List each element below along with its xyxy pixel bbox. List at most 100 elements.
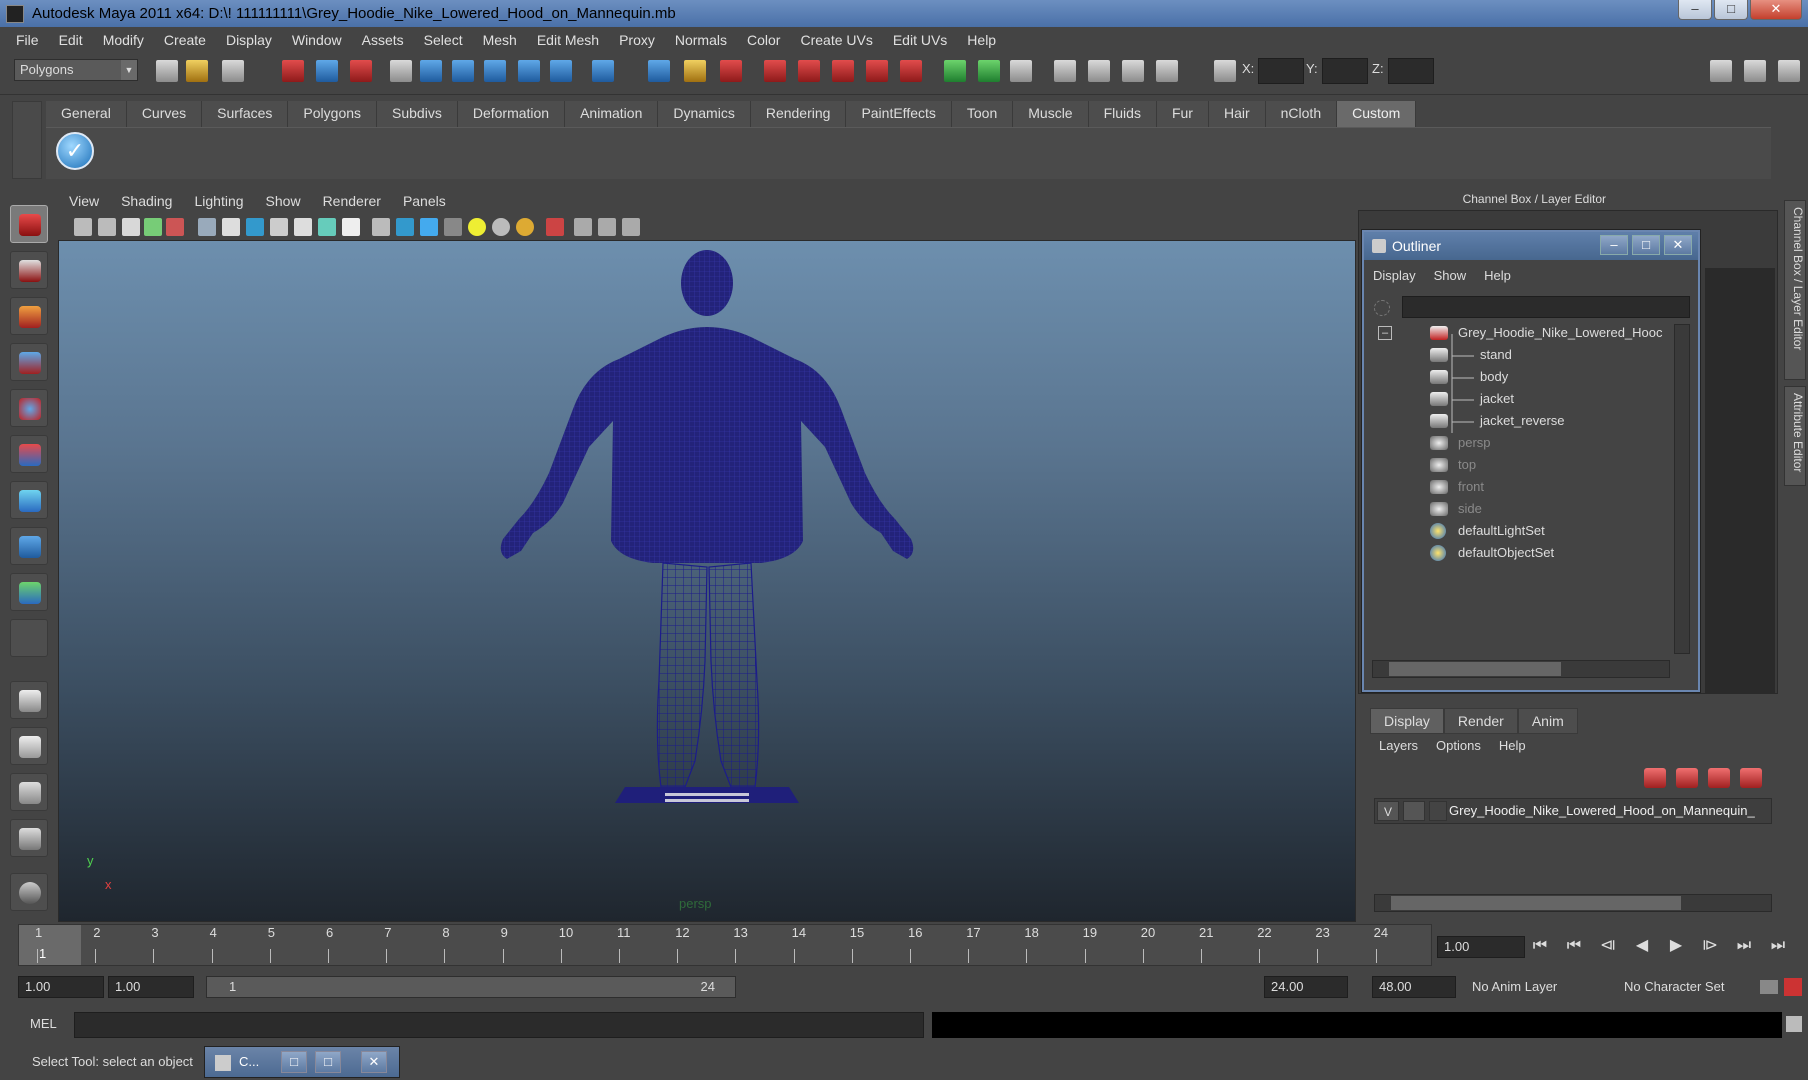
perspective-viewport[interactable]: y x persp <box>58 240 1356 922</box>
filter-icon[interactable] <box>1374 300 1390 316</box>
outliner-menu-display[interactable]: Display <box>1364 268 1425 283</box>
outliner-maximize-button[interactable]: □ <box>1632 235 1660 255</box>
viewport-menu-lighting[interactable]: Lighting <box>183 193 254 209</box>
grid-toggle-icon[interactable] <box>166 218 184 236</box>
menu-proxy[interactable]: Proxy <box>609 32 665 48</box>
shelf-tab-surfaces[interactable]: Surfaces <box>202 101 289 127</box>
outliner-item[interactable]: persp <box>1372 432 1672 454</box>
xray-joints-icon[interactable] <box>420 218 438 236</box>
shelf-tab-custom[interactable]: Custom <box>1337 101 1417 127</box>
outliner-vertical-scrollbar[interactable] <box>1674 324 1690 654</box>
lights-icon[interactable] <box>294 218 312 236</box>
go-to-start-button[interactable]: ⏮ <box>1528 934 1552 958</box>
x-coordinate-field[interactable] <box>1258 58 1304 84</box>
render-view-icon[interactable] <box>764 60 786 82</box>
menu-window[interactable]: Window <box>282 32 352 48</box>
shelf-tab-rendering[interactable]: Rendering <box>750 101 847 127</box>
layer-move-down-icon[interactable] <box>1676 768 1698 788</box>
outliner-item[interactable]: defaultLightSet <box>1372 520 1672 542</box>
universal-manipulator-button[interactable] <box>10 481 48 519</box>
new-scene-icon[interactable] <box>156 60 178 82</box>
new-empty-layer-icon[interactable] <box>1708 768 1730 788</box>
maximize-button[interactable]: □ <box>1714 0 1748 20</box>
menu-normals[interactable]: Normals <box>665 32 737 48</box>
shelf-tab-deformation[interactable]: Deformation <box>457 101 566 127</box>
menu-color[interactable]: Color <box>737 32 790 48</box>
shelf-tab-animation[interactable]: Animation <box>565 101 659 127</box>
outliner-menu-show[interactable]: Show <box>1425 268 1476 283</box>
menu-select[interactable]: Select <box>414 32 473 48</box>
isolate-icon[interactable] <box>372 218 390 236</box>
input-line-icon[interactable] <box>944 60 966 82</box>
menu-display[interactable]: Display <box>216 32 282 48</box>
outliner-item[interactable]: stand <box>1372 344 1672 366</box>
outliner-item[interactable]: top <box>1372 454 1672 476</box>
layer-tab-render[interactable]: Render <box>1443 708 1518 734</box>
outliner-item[interactable]: side <box>1372 498 1672 520</box>
snap-live-icon[interactable] <box>550 60 572 82</box>
character-set-dropdown[interactable]: No Character Set <box>1618 976 1758 998</box>
layer-color-swatch[interactable] <box>1429 801 1447 821</box>
menu-modify[interactable]: Modify <box>93 32 154 48</box>
close-button[interactable]: ✕ <box>361 1051 387 1073</box>
text-icon[interactable] <box>342 218 360 236</box>
menu-create[interactable]: Create <box>154 32 216 48</box>
layer-menu-layers[interactable]: Layers <box>1370 738 1427 753</box>
step-forward-key-button[interactable]: ⏭ <box>1732 934 1756 958</box>
channel-box-toggle-icon[interactable] <box>1778 60 1800 82</box>
go-to-end-button[interactable]: ⏭ <box>1766 934 1790 958</box>
four-view-layout-button[interactable] <box>10 727 48 765</box>
script-editor-icon[interactable] <box>1786 1016 1802 1032</box>
viewport-menu-panels[interactable]: Panels <box>392 193 457 209</box>
scene-icon[interactable] <box>1122 60 1144 82</box>
outliner-minimize-button[interactable]: – <box>1600 235 1628 255</box>
anim-layer-dropdown[interactable]: No Anim Layer <box>1466 976 1606 998</box>
save-scene-icon[interactable] <box>222 60 244 82</box>
minimize-button[interactable]: – <box>1678 0 1712 20</box>
shelf-tab-curves[interactable]: Curves <box>126 101 203 127</box>
layer-visibility-toggle[interactable]: V <box>1377 801 1399 821</box>
shelf-tab-painteffects[interactable]: PaintEffects <box>846 101 952 127</box>
select-tool-button[interactable] <box>10 205 48 243</box>
viewport-menu-show[interactable]: Show <box>255 193 312 209</box>
step-back-key-button[interactable]: ⏮ <box>1562 934 1586 958</box>
lock-icon[interactable] <box>684 60 706 82</box>
animation-start-field[interactable]: 1.00 <box>18 976 104 998</box>
lasso-tool-button[interactable] <box>10 251 48 289</box>
all-lights-icon[interactable] <box>492 218 510 236</box>
time-slider[interactable]: 1 1 2 3 4 5 6 7 8 9 10 11 12 13 14 15 16 17 18 19 20 21 22 23 2… <box>18 924 1432 966</box>
shadows-icon[interactable] <box>318 218 336 236</box>
outliner-horizontal-scrollbar[interactable] <box>1372 660 1670 678</box>
play-forwards-button[interactable]: ▶ <box>1664 934 1688 958</box>
scrollbar-thumb[interactable] <box>1391 896 1681 910</box>
layer-tab-display[interactable]: Display <box>1370 708 1444 734</box>
persp-outliner-layout-button[interactable] <box>10 773 48 811</box>
z-coordinate-field[interactable] <box>1388 58 1434 84</box>
smooth-shade-icon[interactable] <box>222 218 240 236</box>
restore-button[interactable]: □ <box>281 1051 307 1073</box>
layer-menu-options[interactable]: Options <box>1427 738 1490 753</box>
relative-mode-icon[interactable] <box>978 60 1000 82</box>
menu-help[interactable]: Help <box>957 32 1006 48</box>
outliner-item[interactable]: Grey_Hoodie_Nike_Lowered_Hooc <box>1372 322 1672 344</box>
menu-file[interactable]: File <box>6 32 49 48</box>
outliner-item[interactable]: jacket_reverse <box>1372 410 1672 432</box>
outliner-close-button[interactable]: ✕ <box>1664 235 1692 255</box>
show-manipulator-button[interactable] <box>10 573 48 611</box>
current-time-field[interactable]: 1.00 <box>1437 936 1525 958</box>
shelf-tab-general[interactable]: General <box>46 101 127 127</box>
shelf-tab-dynamics[interactable]: Dynamics <box>658 101 751 127</box>
shelf-tab-hair[interactable]: Hair <box>1208 101 1266 127</box>
tool-settings-toggle-icon[interactable] <box>1744 60 1766 82</box>
snap-curve-icon[interactable] <box>452 60 474 82</box>
new-layer-from-selection-icon[interactable] <box>1740 768 1762 788</box>
share-icon[interactable] <box>622 218 640 236</box>
flat-light-icon[interactable] <box>516 218 534 236</box>
layer-horizontal-scrollbar[interactable] <box>1374 894 1772 912</box>
snap-grid-icon[interactable] <box>420 60 442 82</box>
current-frame-marker[interactable]: 1 <box>19 925 81 965</box>
maya-logo-button[interactable] <box>10 873 48 911</box>
menu-set-dropdown[interactable]: Polygons ▼ <box>14 59 138 81</box>
rotate-tool-button[interactable] <box>10 389 48 427</box>
close-button[interactable]: ✕ <box>1750 0 1802 20</box>
